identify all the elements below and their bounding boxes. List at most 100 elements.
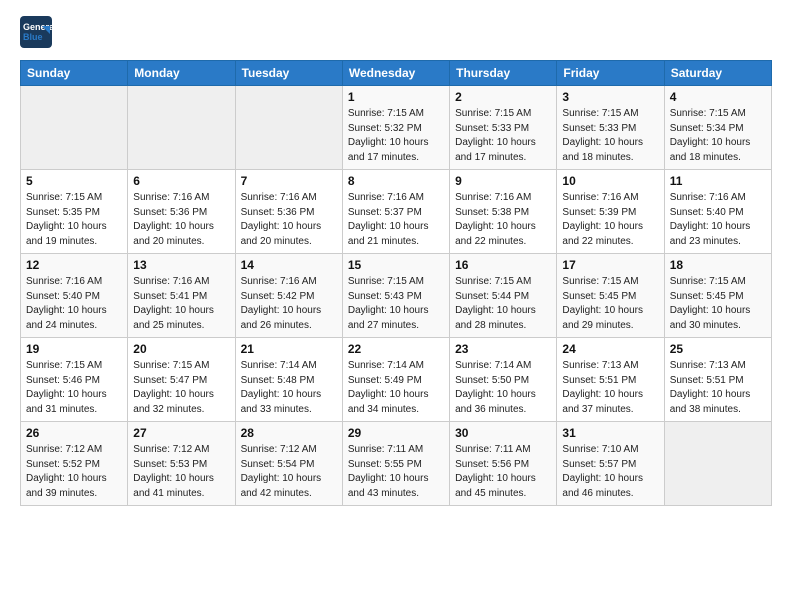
calendar-cell: 21Sunrise: 7:14 AMSunset: 5:48 PMDayligh…	[235, 338, 342, 422]
day-info: Sunrise: 7:11 AMSunset: 5:56 PMDaylight:…	[455, 443, 551, 501]
calendar-cell: 31 Sunrise: 7:10 AMSunset: 5:57 PMDayligh…	[557, 422, 664, 506]
logo: General Blue	[20, 16, 52, 48]
day-number: 9	[455, 174, 551, 188]
day-number: 30	[455, 426, 551, 440]
calendar-table: SundayMondayTuesdayWednesdayThursdayFrid…	[20, 60, 772, 506]
header: General Blue	[20, 16, 772, 48]
calendar-cell	[21, 86, 128, 170]
weekday-header-cell: Friday	[557, 61, 664, 86]
calendar-body: 1 Sunrise: 7:15 AMSunset: 5:32 PMDaylight…	[21, 86, 772, 506]
calendar-cell: 26Sunrise: 7:12 AMSunset: 5:52 PMDayligh…	[21, 422, 128, 506]
calendar-cell: 11 Sunrise: 7:16 AMSunset: 5:40 PMDayligh…	[664, 170, 771, 254]
day-info: Sunrise: 7:15 AMSunset: 5:32 PMDaylight:…	[348, 107, 444, 165]
weekday-header-cell: Monday	[128, 61, 235, 86]
day-number: 23	[455, 342, 551, 356]
day-info: Sunrise: 7:15 AMSunset: 5:45 PMDaylight:…	[562, 275, 658, 333]
calendar-cell	[664, 422, 771, 506]
day-number: 15	[348, 258, 444, 272]
day-number: 1	[348, 90, 444, 104]
calendar-cell: 5 Sunrise: 7:15 AMSunset: 5:35 PMDaylight…	[21, 170, 128, 254]
day-info: Sunrise: 7:10 AMSunset: 5:57 PMDaylight:…	[562, 443, 658, 501]
calendar-cell: 30 Sunrise: 7:11 AMSunset: 5:56 PMDayligh…	[450, 422, 557, 506]
day-number: 8	[348, 174, 444, 188]
calendar-cell: 28 Sunrise: 7:12 AMSunset: 5:54 PMDayligh…	[235, 422, 342, 506]
calendar-cell: 27 Sunrise: 7:12 AMSunset: 5:53 PMDayligh…	[128, 422, 235, 506]
calendar-cell: 6Sunrise: 7:16 AMSunset: 5:36 PMDaylight…	[128, 170, 235, 254]
day-info: Sunrise: 7:16 AMSunset: 5:40 PMDaylight:…	[26, 275, 122, 333]
calendar-week-row: 1 Sunrise: 7:15 AMSunset: 5:32 PMDaylight…	[21, 86, 772, 170]
day-number: 17	[562, 258, 658, 272]
day-number: 6	[133, 174, 229, 188]
day-number: 26	[26, 426, 122, 440]
day-number: 5	[26, 174, 122, 188]
day-info: Sunrise: 7:13 AMSunset: 5:51 PMDaylight:…	[670, 359, 766, 417]
calendar-cell: 16Sunrise: 7:15 AMSunset: 5:44 PMDayligh…	[450, 254, 557, 338]
day-number: 21	[241, 342, 337, 356]
weekday-header-cell: Tuesday	[235, 61, 342, 86]
day-number: 29	[348, 426, 444, 440]
day-info: Sunrise: 7:11 AMSunset: 5:55 PMDaylight:…	[348, 443, 444, 501]
calendar-cell	[235, 86, 342, 170]
calendar-cell	[128, 86, 235, 170]
weekday-header-cell: Sunday	[21, 61, 128, 86]
day-number: 12	[26, 258, 122, 272]
day-info: Sunrise: 7:15 AMSunset: 5:45 PMDaylight:…	[670, 275, 766, 333]
day-info: Sunrise: 7:14 AMSunset: 5:50 PMDaylight:…	[455, 359, 551, 417]
day-info: Sunrise: 7:16 AMSunset: 5:42 PMDaylight:…	[241, 275, 337, 333]
day-info: Sunrise: 7:13 AMSunset: 5:51 PMDaylight:…	[562, 359, 658, 417]
svg-text:Blue: Blue	[23, 32, 43, 42]
day-number: 19	[26, 342, 122, 356]
day-info: Sunrise: 7:15 AMSunset: 5:46 PMDaylight:…	[26, 359, 122, 417]
calendar-cell: 14 Sunrise: 7:16 AMSunset: 5:42 PMDayligh…	[235, 254, 342, 338]
calendar-cell: 13 Sunrise: 7:16 AMSunset: 5:41 PMDayligh…	[128, 254, 235, 338]
day-number: 27	[133, 426, 229, 440]
logo-icon: General Blue	[20, 16, 52, 48]
day-info: Sunrise: 7:16 AMSunset: 5:40 PMDaylight:…	[670, 191, 766, 249]
day-info: Sunrise: 7:16 AMSunset: 5:36 PMDaylight:…	[241, 191, 337, 249]
day-info: Sunrise: 7:16 AMSunset: 5:41 PMDaylight:…	[133, 275, 229, 333]
day-number: 13	[133, 258, 229, 272]
day-number: 7	[241, 174, 337, 188]
calendar-cell: 24 Sunrise: 7:13 AMSunset: 5:51 PMDayligh…	[557, 338, 664, 422]
calendar-cell: 17 Sunrise: 7:15 AMSunset: 5:45 PMDayligh…	[557, 254, 664, 338]
day-number: 2	[455, 90, 551, 104]
calendar-cell: 20Sunrise: 7:15 AMSunset: 5:47 PMDayligh…	[128, 338, 235, 422]
calendar-week-row: 5 Sunrise: 7:15 AMSunset: 5:35 PMDaylight…	[21, 170, 772, 254]
calendar-cell: 1 Sunrise: 7:15 AMSunset: 5:32 PMDaylight…	[342, 86, 449, 170]
day-number: 10	[562, 174, 658, 188]
day-info: Sunrise: 7:15 AMSunset: 5:34 PMDaylight:…	[670, 107, 766, 165]
calendar-cell: 8Sunrise: 7:16 AMSunset: 5:37 PMDaylight…	[342, 170, 449, 254]
calendar-week-row: 19 Sunrise: 7:15 AMSunset: 5:46 PMDayligh…	[21, 338, 772, 422]
day-info: Sunrise: 7:16 AMSunset: 5:38 PMDaylight:…	[455, 191, 551, 249]
day-number: 14	[241, 258, 337, 272]
calendar-cell: 9 Sunrise: 7:16 AMSunset: 5:38 PMDaylight…	[450, 170, 557, 254]
calendar-cell: 7 Sunrise: 7:16 AMSunset: 5:36 PMDaylight…	[235, 170, 342, 254]
weekday-header-cell: Thursday	[450, 61, 557, 86]
day-number: 4	[670, 90, 766, 104]
calendar-week-row: 26Sunrise: 7:12 AMSunset: 5:52 PMDayligh…	[21, 422, 772, 506]
weekday-header-cell: Wednesday	[342, 61, 449, 86]
day-number: 28	[241, 426, 337, 440]
calendar-cell: 2Sunrise: 7:15 AMSunset: 5:33 PMDaylight…	[450, 86, 557, 170]
day-info: Sunrise: 7:16 AMSunset: 5:39 PMDaylight:…	[562, 191, 658, 249]
weekday-header-row: SundayMondayTuesdayWednesdayThursdayFrid…	[21, 61, 772, 86]
calendar-cell: 18 Sunrise: 7:15 AMSunset: 5:45 PMDayligh…	[664, 254, 771, 338]
day-info: Sunrise: 7:15 AMSunset: 5:35 PMDaylight:…	[26, 191, 122, 249]
calendar-cell: 22 Sunrise: 7:14 AMSunset: 5:49 PMDayligh…	[342, 338, 449, 422]
day-info: Sunrise: 7:15 AMSunset: 5:44 PMDaylight:…	[455, 275, 551, 333]
day-number: 22	[348, 342, 444, 356]
day-info: Sunrise: 7:12 AMSunset: 5:53 PMDaylight:…	[133, 443, 229, 501]
day-number: 25	[670, 342, 766, 356]
day-number: 18	[670, 258, 766, 272]
day-info: Sunrise: 7:12 AMSunset: 5:54 PMDaylight:…	[241, 443, 337, 501]
day-number: 24	[562, 342, 658, 356]
day-info: Sunrise: 7:15 AMSunset: 5:47 PMDaylight:…	[133, 359, 229, 417]
day-info: Sunrise: 7:15 AMSunset: 5:33 PMDaylight:…	[562, 107, 658, 165]
calendar-week-row: 12 Sunrise: 7:16 AMSunset: 5:40 PMDayligh…	[21, 254, 772, 338]
day-number: 11	[670, 174, 766, 188]
day-number: 3	[562, 90, 658, 104]
day-info: Sunrise: 7:14 AMSunset: 5:49 PMDaylight:…	[348, 359, 444, 417]
day-number: 31	[562, 426, 658, 440]
calendar-cell: 12 Sunrise: 7:16 AMSunset: 5:40 PMDayligh…	[21, 254, 128, 338]
calendar-cell: 29 Sunrise: 7:11 AMSunset: 5:55 PMDayligh…	[342, 422, 449, 506]
